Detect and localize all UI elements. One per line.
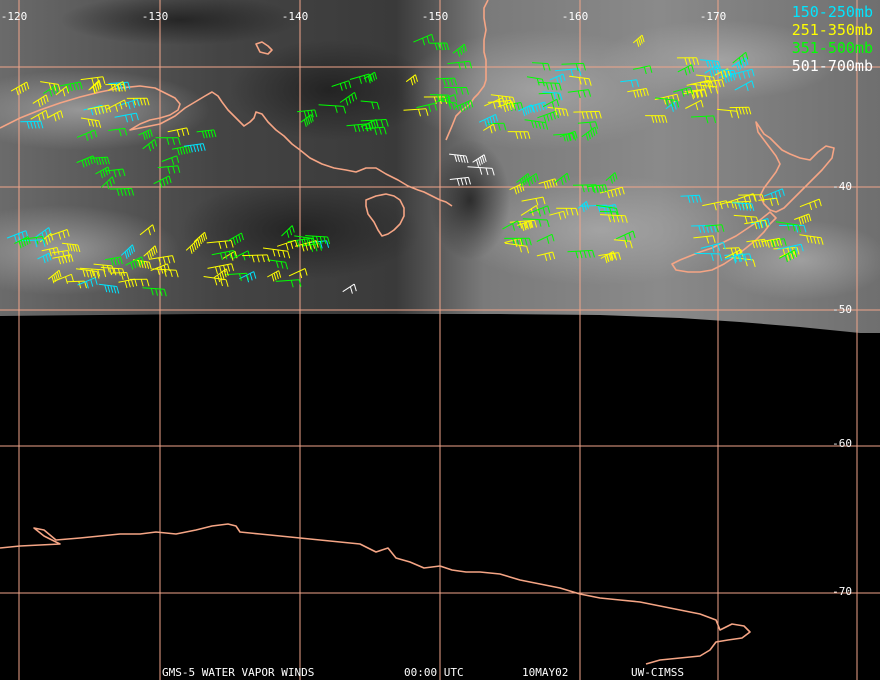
- longitude-label-170: -170: [699, 10, 727, 23]
- footer-product: GMS-5 WATER VAPOR WINDS: [162, 666, 315, 679]
- longitude-label-150: -150: [421, 10, 449, 23]
- wind-barb: [487, 122, 504, 125]
- wind-barb: [242, 254, 268, 257]
- footer-time: 00:00 UTC: [404, 666, 464, 679]
- coast-antarctica: [0, 523, 751, 665]
- wind-barb: [110, 272, 127, 274]
- water-vapor-winds-map: -120 -130 -140 -150 -160 -170 -40 -50 -6…: [0, 0, 880, 680]
- pressure-legend: 150-250mb 251-350mb 351-500mb 501-700mb: [792, 3, 873, 75]
- longitude-label-130: -130: [141, 10, 169, 23]
- legend-entry-150-250: 150-250mb: [791, 3, 873, 21]
- map-canvas: [0, 0, 880, 680]
- longitude-label-120: -120: [0, 10, 28, 23]
- latitude-label-50: -50: [832, 303, 852, 316]
- legend-entry-351-500: 351-500mb: [791, 39, 873, 57]
- latitude-label-60: -60: [832, 437, 852, 450]
- longitude-label-160: -160: [561, 10, 589, 23]
- wind-barb: [572, 184, 597, 186]
- wind-barb: [694, 252, 720, 255]
- longitude-label-140: -140: [281, 10, 309, 23]
- image-footer: GMS-5 WATER VAPOR WINDS 00:00 UTC 10MAY0…: [0, 666, 880, 680]
- wind-barb: [67, 280, 85, 283]
- latitude-label-40: -40: [832, 180, 852, 193]
- footer-source: UW-CIMSS: [631, 666, 684, 679]
- legend-entry-251-350: 251-350mb: [791, 21, 873, 39]
- footer-date: 10MAY02: [522, 666, 569, 679]
- legend-entry-501-700: 501-700mb: [791, 57, 873, 75]
- wind-barb: [429, 94, 449, 96]
- latitude-label-70: -70: [832, 585, 852, 598]
